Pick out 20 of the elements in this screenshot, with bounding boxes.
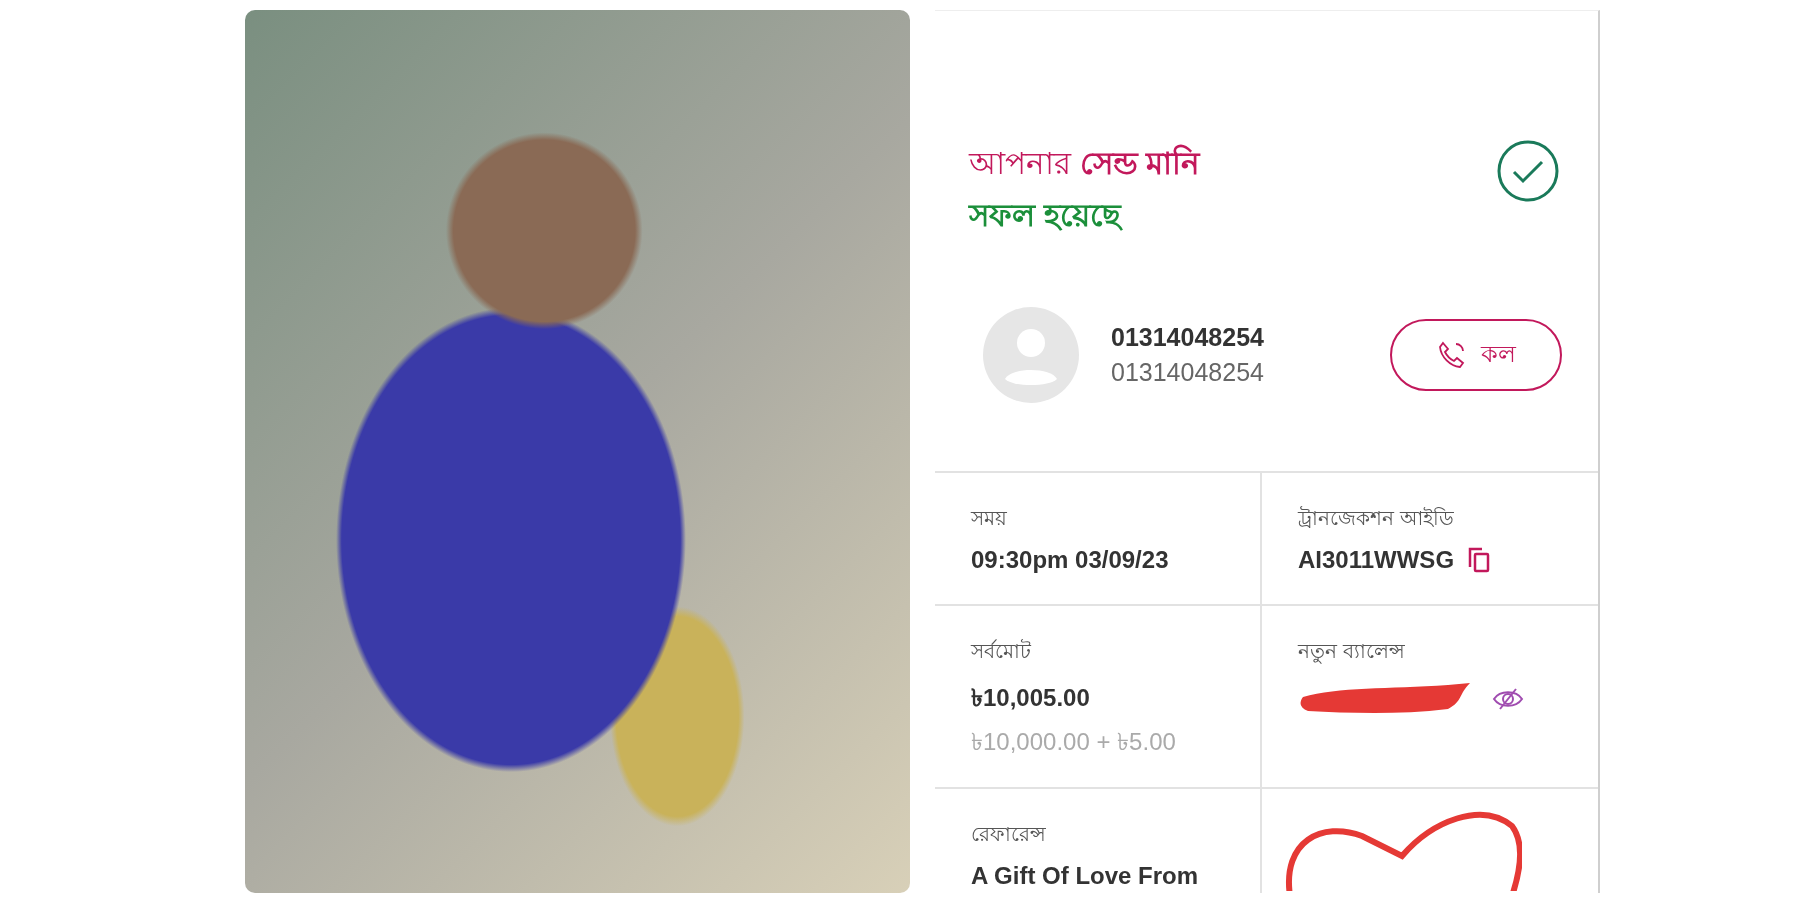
detail-value: ৳10,005.00 (971, 683, 1090, 713)
recipient-name: 01314048254 (1111, 323, 1265, 352)
detail-value: 09:30pm 03/09/23 (971, 546, 1169, 574)
recipient-number: 01314048254 (1111, 358, 1265, 387)
detail-value: A Gift Of Love From (971, 862, 1199, 890)
detail-label: রেফারেন্স (971, 822, 1046, 847)
status-subtitle: সফল হয়েছে (969, 197, 1121, 235)
detail-label: সর্বমোট (971, 638, 1031, 664)
copy-icon[interactable] (1468, 547, 1491, 573)
detail-label: নতুন ব্যালেন্স (1298, 639, 1405, 666)
eye-off-icon[interactable] (1492, 687, 1524, 711)
detail-label: ট্রানজেকশন আইডি (1298, 505, 1454, 531)
check-circle-icon (1496, 139, 1560, 203)
avatar-icon (983, 307, 1079, 403)
detail-value: AI3011WWSG (1298, 546, 1455, 574)
call-button[interactable]: কল (1390, 319, 1562, 391)
status-title: আপনার সেন্ড মানি (969, 143, 1201, 183)
detail-label: সময় (971, 506, 1007, 531)
phone-icon (1436, 340, 1467, 370)
detail-note: ৳10,000.00 + ৳5.00 (971, 727, 1176, 757)
